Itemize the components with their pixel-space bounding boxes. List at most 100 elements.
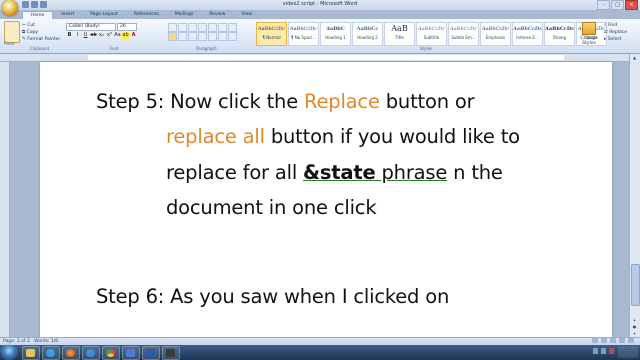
scroll-thumb[interactable] <box>631 264 640 306</box>
style-title[interactable]: AaB Title <box>384 22 415 46</box>
select-label: Select <box>607 37 622 42</box>
style-normal[interactable]: AaBbCcDc ¶ Normal <box>256 22 287 46</box>
horizontal-ruler[interactable] <box>0 54 640 62</box>
bold-icon[interactable]: B <box>66 32 73 39</box>
recorder-icon[interactable] <box>609 348 614 354</box>
style-strong[interactable]: AaBbCcDc Strong <box>544 22 575 46</box>
multilevel-list-icon[interactable] <box>188 23 197 32</box>
font-name-select[interactable]: Calibri (Body) <box>66 23 116 31</box>
numbering-icon[interactable] <box>178 23 187 32</box>
justify-icon[interactable] <box>198 32 207 41</box>
tab-page-layout[interactable]: Page Layout <box>82 11 126 19</box>
tab-review[interactable]: Review <box>201 11 233 19</box>
tab-insert[interactable]: Insert <box>53 11 82 19</box>
copy-button[interactable]: ⧉ Copy <box>22 29 60 36</box>
strikethrough-icon[interactable]: ab <box>90 32 97 39</box>
network-icon[interactable] <box>593 348 598 354</box>
style-name: Heading 2 <box>357 35 378 40</box>
highlight-icon[interactable]: ab <box>122 32 129 39</box>
style-subtitle[interactable]: AaBbCcDc Subtitle <box>416 22 447 46</box>
document-page[interactable]: Step 5: Now click the Replace button or … <box>40 62 612 337</box>
line-1-suffix: button or <box>379 90 475 113</box>
taskbar-chrome[interactable] <box>102 346 120 360</box>
decrease-indent-icon[interactable] <box>198 23 207 32</box>
line-spacing-icon[interactable] <box>208 32 217 41</box>
vertical-scrollbar[interactable]: ▲ ▴ ● ▾ <box>629 54 640 337</box>
style-intense-emphasis[interactable]: AaBbCcDc Intense E... <box>512 22 543 46</box>
pilcrow-icon[interactable] <box>228 23 237 32</box>
taskbar-app-blue[interactable] <box>122 346 140 360</box>
taskbar-media-player[interactable] <box>42 346 60 360</box>
office-button[interactable] <box>2 0 18 16</box>
format-painter-button[interactable]: ✎ Format Painter <box>22 36 60 43</box>
superscript-icon[interactable]: x² <box>106 32 113 39</box>
full-screen-icon[interactable] <box>601 338 607 343</box>
paste-button[interactable] <box>4 21 20 43</box>
tab-references[interactable]: References <box>126 11 167 19</box>
cut-label: Cut <box>27 23 35 28</box>
sort-icon[interactable] <box>218 23 227 32</box>
close-button[interactable]: × <box>625 0 638 10</box>
prev-page-icon[interactable]: ▴ <box>631 317 638 323</box>
borders-icon[interactable] <box>228 32 237 41</box>
start-button[interactable] <box>2 345 16 359</box>
taskbar-app-dark[interactable] <box>162 346 180 360</box>
find-button[interactable]: ⌕ Find <box>604 22 627 29</box>
select-button[interactable]: ▸ Select <box>604 36 627 43</box>
clock[interactable] <box>618 346 638 358</box>
paragraph-group-label: Paragraph <box>196 46 217 51</box>
shading-icon[interactable] <box>218 32 227 41</box>
volume-icon[interactable] <box>601 348 606 354</box>
style-emphasis[interactable]: AaBbCcDc Emphasis <box>480 22 511 46</box>
scroll-up-icon[interactable]: ▲ <box>631 55 638 61</box>
taskbar-firefox[interactable] <box>62 346 80 360</box>
increase-indent-icon[interactable] <box>208 23 217 32</box>
subscript-icon[interactable]: x₂ <box>98 32 105 39</box>
underline-icon[interactable]: U <box>82 32 89 39</box>
minimize-button[interactable]: – <box>597 0 610 10</box>
align-left-icon[interactable] <box>168 32 177 41</box>
style-name: Title <box>395 35 404 40</box>
maximize-button[interactable]: □ <box>611 0 624 10</box>
paragraph-row-2 <box>168 32 237 41</box>
web-layout-icon[interactable] <box>610 338 616 343</box>
italic-icon[interactable]: I <box>74 32 81 39</box>
font-color-icon[interactable]: A <box>130 32 137 39</box>
taskbar-internet-explorer[interactable] <box>82 346 100 360</box>
font-size-select[interactable]: 26 <box>117 23 137 31</box>
select-browse-object-icon[interactable]: ● <box>631 324 638 330</box>
style-preview: AaBbCcDc <box>545 26 575 32</box>
style-heading-1[interactable]: AaBbC Heading 1 <box>320 22 351 46</box>
change-styles-button[interactable]: Change Styles <box>578 22 600 46</box>
print-layout-icon[interactable] <box>592 338 598 343</box>
document-line-5: Step 6: As you saw when I clicked on <box>96 285 450 308</box>
change-styles-icon <box>582 22 596 35</box>
tab-home[interactable]: Home <box>22 11 54 19</box>
taskbar-explorer[interactable] <box>22 346 40 360</box>
app-icon <box>126 349 135 357</box>
tab-mailings[interactable]: Mailings <box>167 11 201 19</box>
style-preview: AaBbCcDc <box>290 26 317 32</box>
replace-button[interactable]: ⇄ Replace <box>604 29 627 36</box>
align-right-icon[interactable] <box>188 32 197 41</box>
tab-view[interactable]: View <box>233 11 260 19</box>
style-heading-2[interactable]: AaBbCc Heading 2 <box>352 22 383 46</box>
style-subtle-emphasis[interactable]: AaBbCcDc Subtle Em... <box>448 22 479 46</box>
replace-highlight: Replace <box>304 90 380 113</box>
bullets-icon[interactable] <box>168 23 177 32</box>
vertical-ruler[interactable] <box>0 62 10 337</box>
taskbar-word[interactable] <box>142 346 160 360</box>
style-no-spacing[interactable]: AaBbCcDc ¶ No Spaci... <box>288 22 319 46</box>
paste-label: Paste <box>4 41 15 46</box>
cut-button[interactable]: ✂ Cut <box>22 22 60 29</box>
align-center-icon[interactable] <box>178 32 187 41</box>
view-controls <box>592 338 634 343</box>
change-styles-label: Change Styles <box>580 36 598 46</box>
style-preview: AaBbCcDc <box>482 26 509 32</box>
paragraph-row-1 <box>168 23 237 32</box>
page-count[interactable]: Page: 3 of 3 <box>3 339 30 344</box>
draft-icon[interactable] <box>628 338 634 343</box>
change-case-icon[interactable]: Aa <box>114 32 121 39</box>
word-count[interactable]: Words: 1/6 <box>34 339 58 344</box>
outline-icon[interactable] <box>619 338 625 343</box>
